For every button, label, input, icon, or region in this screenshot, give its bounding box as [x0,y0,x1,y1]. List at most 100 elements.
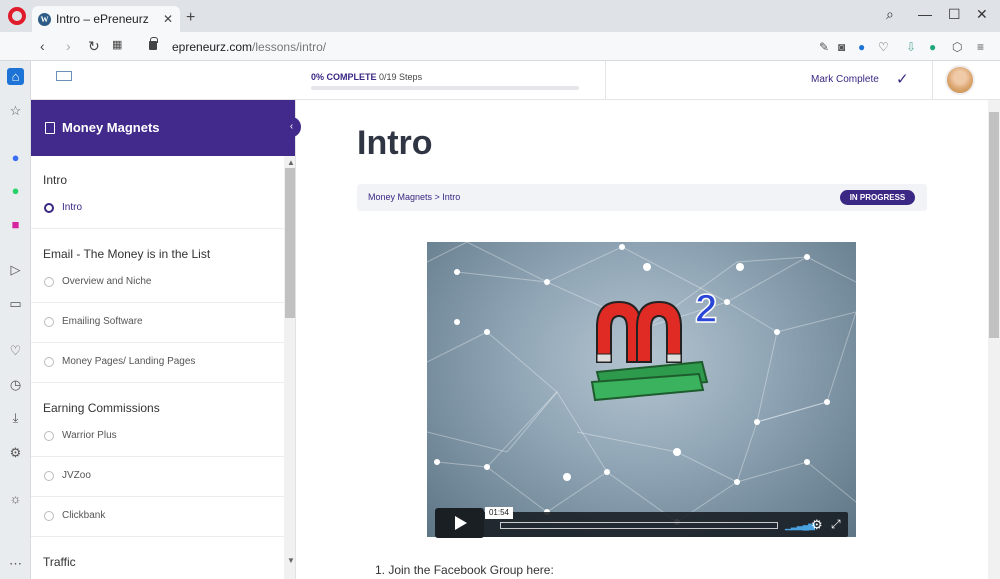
lesson-item[interactable]: Overview and Niche [31,263,284,303]
lesson-item[interactable]: JVZoo [31,457,284,497]
site-logo[interactable] [45,71,83,91]
forward-icon[interactable]: › [66,38,71,54]
favorites-heart-icon[interactable]: ♡ [7,342,24,359]
progress-label: 0% COMPLETE 0/19 Steps [311,72,422,82]
mark-complete-button[interactable]: Mark Complete [811,74,879,85]
sidebar-scroll-thumb[interactable] [285,168,295,318]
scroll-up-icon[interactable]: ▲ [287,158,295,167]
star-icon[interactable]: ☆ [7,102,24,119]
breadcrumb: Money Magnets > Intro IN PROGRESS [357,184,927,211]
course-header: Money Magnets [31,100,295,156]
download-icon[interactable]: ⇩ [906,40,916,54]
course-sidebar: Money Magnets Intro Intro Email - The Mo… [31,100,296,579]
collapse-sidebar-button[interactable]: ‹ [282,117,301,137]
lesson-label: Intro [62,202,83,213]
player-icon[interactable]: ▷ [7,261,24,278]
browser-tab[interactable]: W Intro – ePreneurz ✕ [32,6,180,32]
history-icon[interactable]: ◷ [7,376,24,393]
video-progress-bar[interactable] [500,522,778,529]
chevron-left-icon: ‹ [289,121,294,132]
menu-icon[interactable]: ≡ [977,40,984,54]
section-title[interactable]: Earning Commissions [43,401,160,415]
new-tab-icon[interactable]: + [186,9,195,27]
gear-icon[interactable]: ⚙ [811,517,823,533]
reload-icon[interactable]: ↻ [88,38,100,55]
section-title[interactable]: Traffic [43,555,76,569]
lesson-label: Warrior Plus [62,430,117,441]
lesson-item[interactable]: Warrior Plus [31,417,284,457]
status-circle-icon [44,471,54,481]
play-button[interactable] [435,508,484,538]
lock-icon[interactable] [149,37,158,50]
url-host: epreneurz.com [172,40,253,54]
fullscreen-icon[interactable]: ⤢ [831,517,841,532]
shield-icon[interactable]: ● [858,40,865,54]
home-icon[interactable]: ⌂ [7,68,24,85]
url-field[interactable]: epreneurz.com/lessons/intro/ [172,40,326,54]
close-tab-icon[interactable]: ✕ [163,12,173,26]
tab-title: Intro – ePreneurz [56,12,149,26]
edit-icon[interactable]: ✎ [819,40,829,54]
opera-menu-icon[interactable] [8,7,26,25]
svg-text:2: 2 [695,287,717,331]
wallet-icon[interactable]: ▭ [7,295,24,312]
lesson-label: JVZoo [62,470,91,481]
minimize-icon[interactable]: — [918,6,932,22]
lesson-item[interactable]: Clickbank [31,497,284,537]
url-path: /lessons/intro/ [252,40,327,54]
lesson-item[interactable]: Emailing Software [31,303,284,343]
cube-icon[interactable]: ⬡ [952,40,962,54]
course-title[interactable]: Money Magnets [62,120,160,135]
page-title: Intro [357,124,433,162]
status-circle-icon [44,431,54,441]
maximize-icon[interactable]: ☐ [948,6,961,23]
magnet-logo: 2 [590,286,718,402]
instagram-icon[interactable]: ■ [7,216,24,233]
status-circle-icon [44,317,54,327]
opera-sidebar: ⌂ ☆ ● ● ■ ▷ ▭ ♡ ◷ ⤓ ⚙ ☼ ⋯ [0,61,31,579]
whatsapp-icon[interactable]: ● [7,182,24,199]
divider [932,61,933,100]
status-circle-icon [44,511,54,521]
avatar[interactable] [945,65,975,95]
page-scroll-thumb[interactable] [989,112,999,338]
status-circle-icon [44,357,54,367]
section-title[interactable]: Email - The Money is in the List [43,247,210,261]
messenger-icon[interactable]: ● [7,149,24,166]
progress-percent: 0% COMPLETE [311,72,377,82]
camera-icon[interactable]: ◙ [838,40,845,54]
video-player[interactable]: 2 [427,242,856,537]
lesson-label: Emailing Software [62,316,143,327]
volume-icon[interactable]: ▁▂▃▄▅ [785,520,815,531]
status-circle-icon [44,277,54,287]
status-badge: IN PROGRESS [840,190,915,205]
lesson-step: 1. Join the Facebook Group here: [375,563,554,577]
lesson-item[interactable]: Intro [31,189,284,229]
lesson-label: Overview and Niche [62,276,152,287]
book-icon [45,122,55,134]
scroll-down-icon[interactable]: ▼ [287,556,295,565]
progress-bar [311,86,579,90]
bulb-icon[interactable]: ☼ [7,490,24,507]
search-tabs-icon[interactable]: ⌕ [886,6,894,23]
heart-icon[interactable]: ♡ [878,40,889,54]
check-icon[interactable]: ✓ [896,70,909,88]
back-icon[interactable]: ‹ [40,38,45,54]
lesson-header: 0% COMPLETE 0/19 Steps Mark Complete ✓ [31,61,1000,100]
progress-steps: 0/19 Steps [379,72,423,82]
lesson-item[interactable]: Money Pages/ Landing Pages [31,343,284,383]
settings-icon[interactable]: ⚙ [7,444,24,461]
browser-tab-bar: W Intro – ePreneurz ✕ + ⌕ — ☐ ✕ [0,0,1000,32]
lesson-label: Clickbank [62,510,106,521]
status-circle-icon [44,203,54,213]
more-icon[interactable]: ⋯ [7,555,24,572]
address-bar: ‹ › ↻ ▦ epreneurz.com/lessons/intro/ ✎ ◙… [0,32,1000,61]
divider [605,61,606,100]
close-window-icon[interactable]: ✕ [976,6,988,23]
section-title[interactable]: Intro [43,173,67,187]
breadcrumb-link[interactable]: Money Magnets > Intro [368,192,460,202]
envelope-icon [56,71,72,81]
downloads-icon[interactable]: ⤓ [7,409,24,426]
speed-dial-icon[interactable]: ▦ [112,38,122,51]
extension-a-icon[interactable]: ● [929,40,936,54]
